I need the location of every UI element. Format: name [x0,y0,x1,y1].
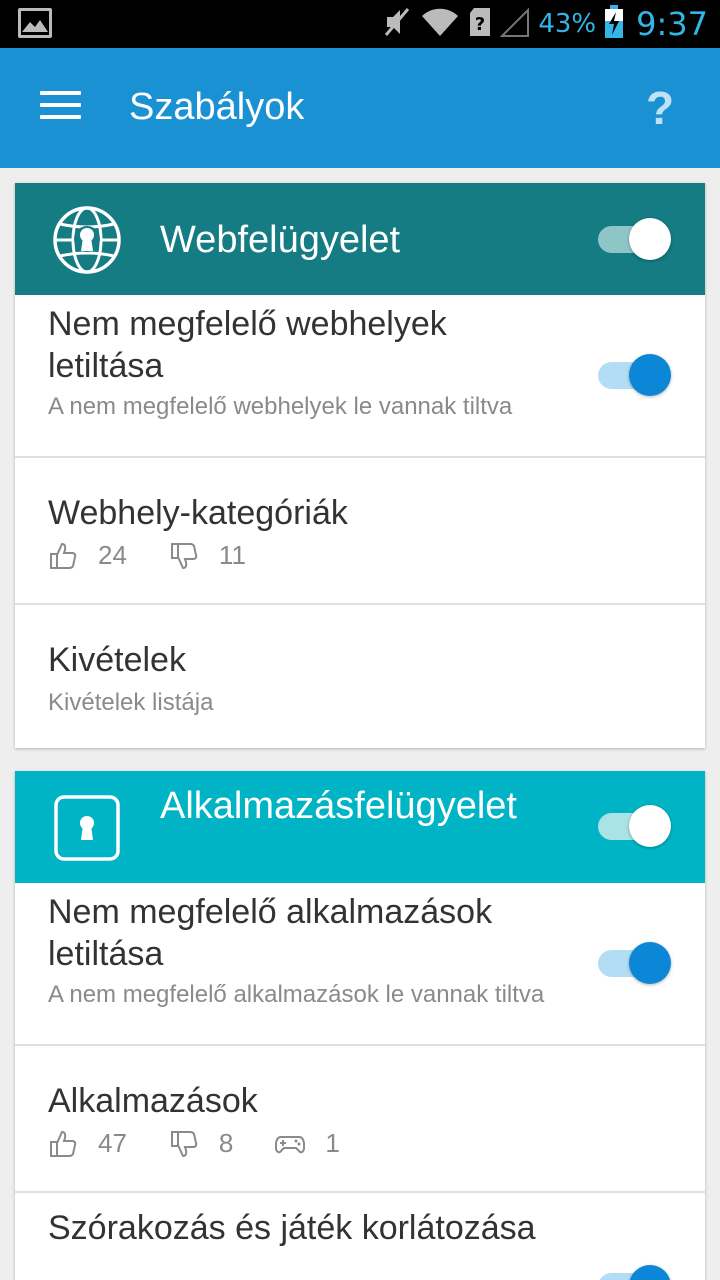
status-bar: ? 43% 9:37 [0,0,720,48]
globe-lock-icon [52,205,122,275]
signal-icon [499,6,530,43]
app-supervision-header: Alkalmazásfelügyelet [15,771,705,883]
thumbs-down-icon [170,1130,198,1157]
allowed-count: 24 [98,540,127,570]
block-websites-subtitle: A nem megfelelő webhelyek le vannak tilt… [48,393,513,420]
block-apps-subtitle: A nem megfelelő alkalmazások le vannak t… [48,981,545,1008]
wifi-icon [420,6,460,43]
block-websites-row[interactable]: Nem megfelelő webhelyek letiltása A nem … [15,295,705,458]
app-lock-icon [52,793,122,863]
blocked-stat: 8 [169,1128,233,1159]
web-supervision-header: Webfelügyelet [15,183,705,295]
games-limit-toggle[interactable] [598,1261,674,1280]
games-limit-row[interactable]: Szórakozás és játék korlátozása [15,1193,705,1280]
web-supervision-toggle[interactable] [598,214,674,264]
blocked-count: 8 [218,1128,234,1158]
blocked-stat: 11 [169,540,246,571]
app-supervision-toggle[interactable] [598,801,674,851]
block-apps-title: Nem megfelelő alkalmazások letiltása [48,893,493,973]
apps-title: Alkalmazások [48,1082,258,1120]
help-button[interactable]: ? [636,78,684,138]
website-categories-title: Webhely-kategóriák [48,494,348,532]
web-supervision-title: Webfelügyelet [160,219,401,261]
block-websites-title: Nem megfelelő webhelyek letiltása [48,305,447,385]
app-supervision-title: Alkalmazásfelügyelet [160,785,517,827]
gallery-icon [18,8,52,38]
web-supervision-card: Webfelügyelet Nem megfelelő webhelyek le… [15,183,705,748]
exceptions-title: Kivételek [48,641,186,679]
website-categories-row[interactable]: Webhely-kategóriák 24 11 [15,458,705,605]
games-count: 1 [325,1128,340,1158]
thumbs-up-icon [50,1130,77,1157]
gamepad-icon [275,1135,306,1153]
apps-row[interactable]: Alkalmazások 47 8 1 [15,1046,705,1193]
block-apps-row[interactable]: Nem megfelelő alkalmazások letiltása A n… [15,883,705,1046]
unknown-sim-icon: ? [468,6,492,43]
svg-text:?: ? [475,14,485,35]
app-bar: Szabályok ? [0,48,720,168]
block-websites-toggle[interactable] [598,350,674,400]
blocked-count: 11 [218,540,246,570]
mute-icon [382,5,412,44]
games-stat: 1 [275,1128,340,1159]
block-apps-toggle[interactable] [598,938,674,988]
allowed-stat: 24 [48,540,127,571]
clock: 9:37 [636,5,708,43]
app-supervision-card: Alkalmazásfelügyelet Nem megfelelő alkal… [15,771,705,1280]
thumbs-down-icon [170,542,198,569]
exceptions-row[interactable]: Kivételek Kivételek listája [15,605,705,748]
page-title: Szabályok [129,86,305,128]
battery-percent: 43% [538,9,597,39]
menu-icon[interactable] [30,88,90,128]
exceptions-subtitle: Kivételek listája [48,689,214,716]
allowed-count: 47 [98,1128,127,1158]
thumbs-up-icon [50,542,77,569]
battery-charging-icon [604,4,624,44]
games-limit-title: Szórakozás és játék korlátozása [48,1209,536,1247]
allowed-stat: 47 [48,1128,127,1159]
